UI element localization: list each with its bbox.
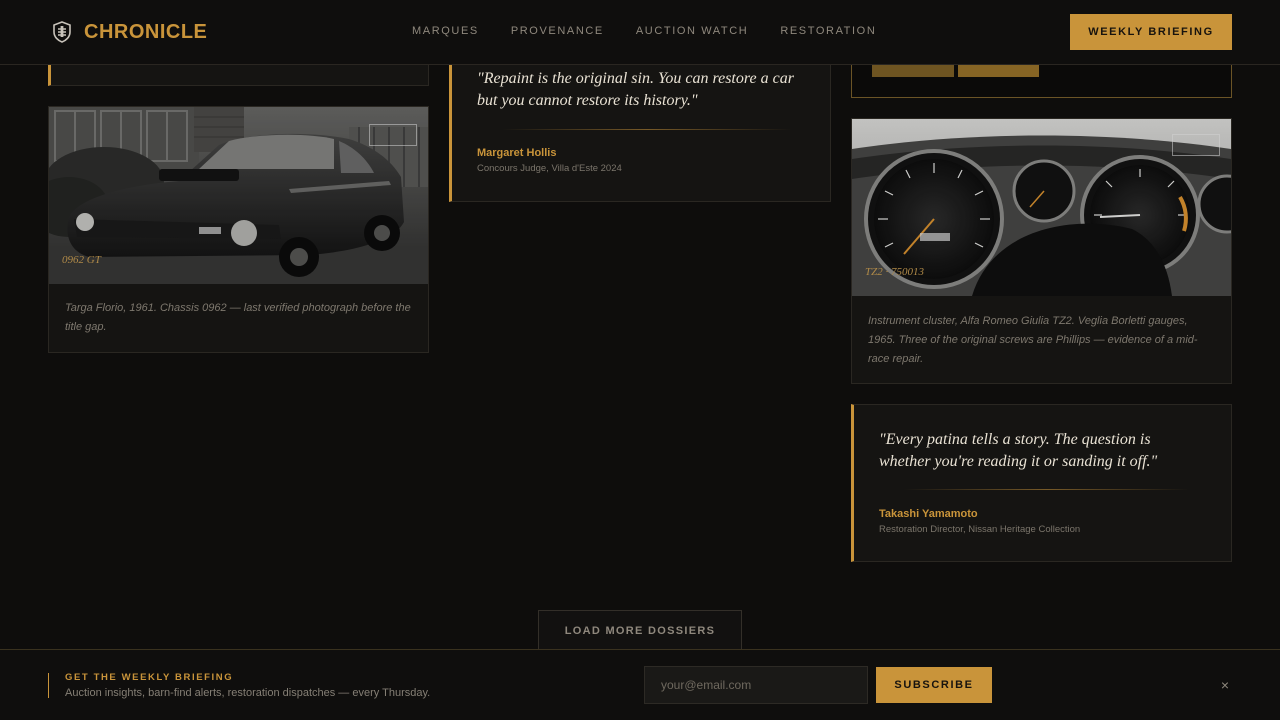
photo-tag: TZ2 · 750013: [865, 266, 924, 278]
newsletter-bar: GET THE WEEKLY BRIEFING Auction insights…: [0, 649, 1280, 720]
nav-marques[interactable]: MARQUES: [412, 25, 479, 37]
quote-text: "Repaint is the original sin. You can re…: [477, 70, 794, 109]
subscribe-button[interactable]: SUBSCRIBE: [876, 667, 992, 703]
nav-restoration[interactable]: RESTORATION: [780, 25, 876, 37]
quote-author: Takashi Yamamoto: [879, 508, 978, 520]
quote-text: "Every patina tells a story. The questio…: [879, 431, 1158, 470]
dashboard-photo: TZ2 · 750013: [852, 119, 1231, 296]
weekly-briefing-button[interactable]: WEEKLY BRIEFING: [1070, 14, 1232, 50]
quote-divider: [904, 489, 1189, 490]
site-header: CHRONICLE MARQUES PROVENANCE AUCTION WAT…: [0, 0, 1280, 65]
car-photo: 0962 GT: [49, 107, 428, 284]
email-input[interactable]: [644, 666, 868, 704]
card-fragment-chip: [958, 64, 1039, 77]
photo-frame-overlay: [369, 124, 417, 146]
newsletter-accent: [48, 673, 49, 698]
quote-author-role: Concours Judge, Villa d'Este 2024: [477, 163, 622, 174]
load-more-button[interactable]: LOAD MORE DOSSIERS: [538, 610, 742, 650]
nav-auction-watch[interactable]: AUCTION WATCH: [636, 25, 748, 37]
newsletter-title: GET THE WEEKLY BRIEFING: [65, 672, 234, 683]
card-fragment-chip: [872, 64, 954, 77]
brand-name: CHRONICLE: [84, 20, 208, 43]
nav-provenance[interactable]: PROVENANCE: [511, 25, 604, 37]
photo-caption: Targa Florio, 1961. Chassis 0962 — last …: [65, 302, 411, 333]
newsletter-subtitle: Auction insights, barn-find alerts, rest…: [65, 687, 431, 699]
quote-card-yamamoto: "Every patina tells a story. The questio…: [851, 404, 1232, 562]
shield-crest-icon: [53, 21, 71, 43]
main-nav: MARQUES PROVENANCE AUCTION WATCH RESTORA…: [412, 25, 908, 37]
close-icon[interactable]: ×: [1217, 676, 1233, 694]
photo-tag: 0962 GT: [62, 254, 101, 266]
photo-frame-overlay: [1172, 134, 1220, 156]
dossier-card-car[interactable]: 0962 GT Targa Florio, 1961. Chassis 0962…: [48, 106, 429, 353]
quote-author: Margaret Hollis: [477, 147, 557, 159]
brand-logo[interactable]: CHRONICLE: [52, 18, 207, 46]
dossier-card-dashboard[interactable]: TZ2 · 750013 Instrument cluster, Alfa Ro…: [851, 118, 1232, 384]
quote-author-role: Restoration Director, Nissan Heritage Co…: [879, 524, 1081, 535]
photo-caption: Instrument cluster, Alfa Romeo Giulia TZ…: [868, 315, 1198, 365]
quote-divider: [502, 129, 792, 130]
